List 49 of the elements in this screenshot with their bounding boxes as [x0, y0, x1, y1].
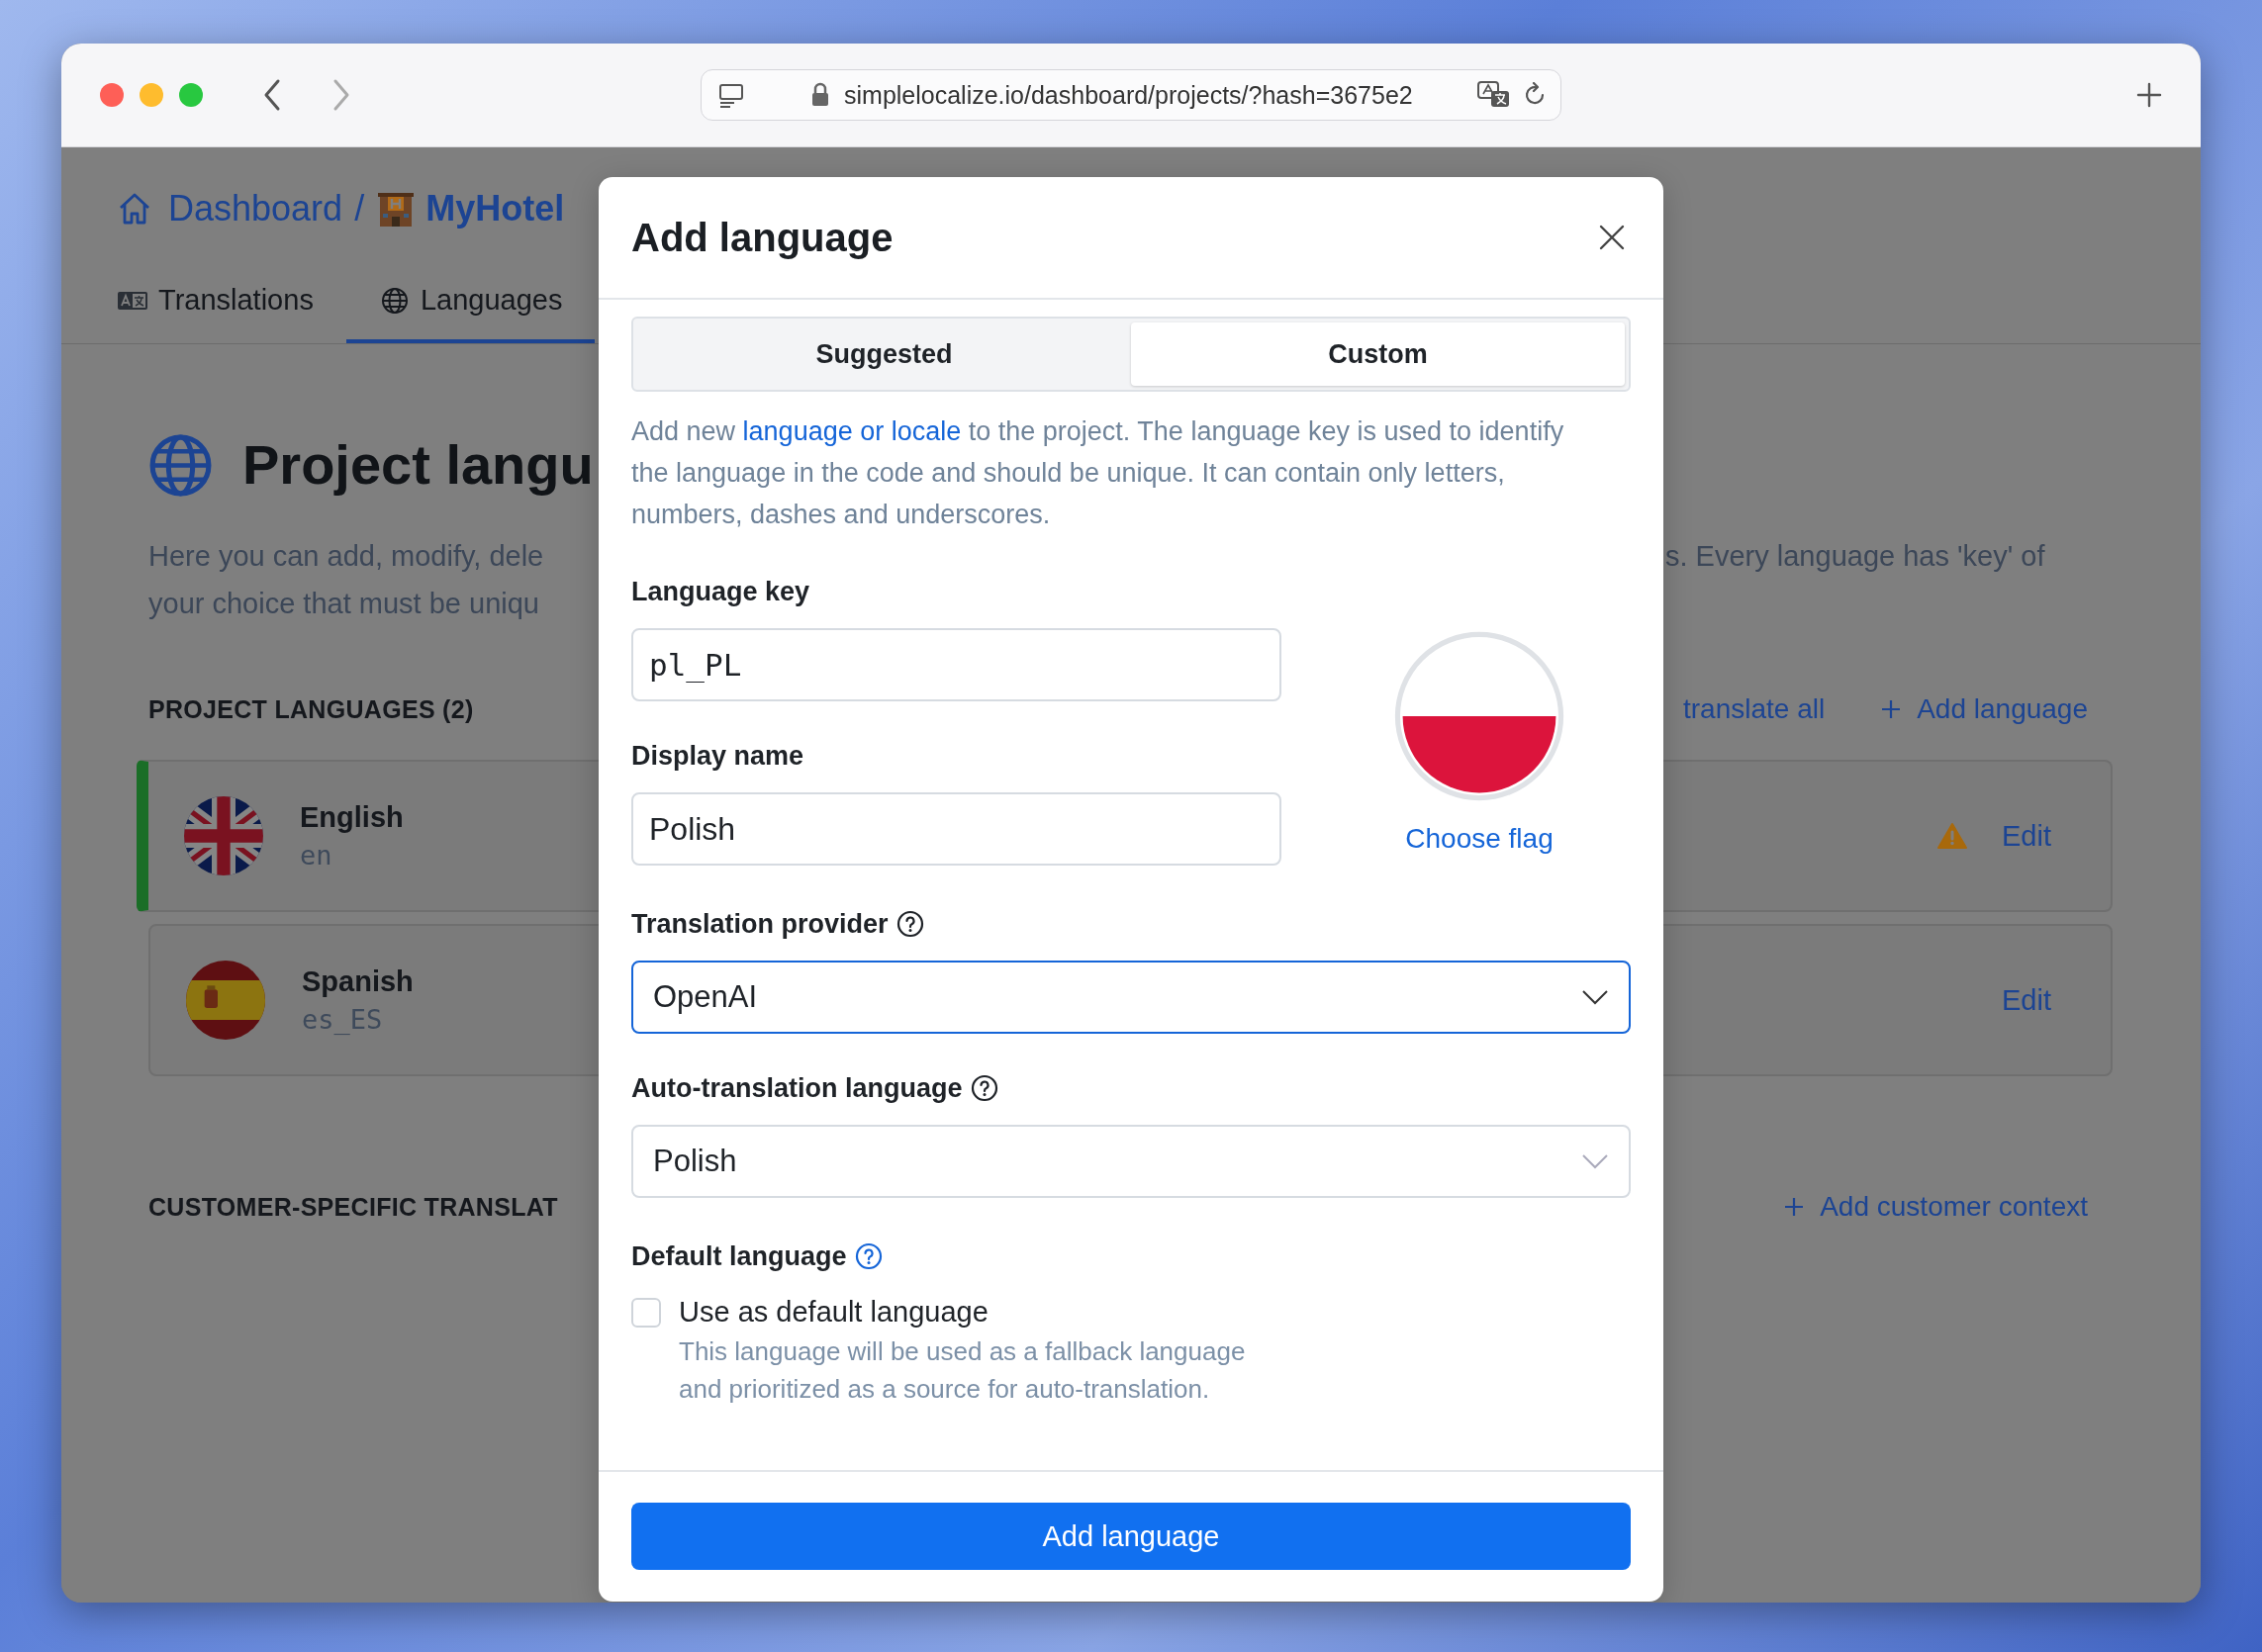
plus-icon: [1784, 1197, 1805, 1217]
dialog-title: Add language: [631, 215, 894, 260]
checkbox[interactable]: [631, 1297, 661, 1328]
close-icon[interactable]: [1598, 224, 1626, 251]
help-icon[interactable]: [970, 1074, 998, 1102]
dropdown[interactable]: OpenAI: [631, 961, 1631, 1034]
text-input[interactable]: pl_PL: [631, 628, 1281, 701]
lock-icon: [810, 82, 830, 108]
flag-icon: [1394, 631, 1564, 801]
nav-tab[interactable]: Translations: [84, 260, 346, 343]
new-tab-icon[interactable]: [2136, 82, 2162, 108]
chevron-down-icon: [1581, 1153, 1609, 1169]
nav-tab[interactable]: Languages: [345, 260, 596, 343]
url-text: simplelocalize.io/dashboard/projects/?hash=3675e2: [844, 80, 1413, 110]
address-bar[interactable]: simplelocalize.io/dashboard/projects/?hash=3675e2: [701, 69, 1561, 121]
language-name: English: [300, 801, 404, 834]
choose-flag-link[interactable]: Choose flag: [1405, 823, 1554, 855]
field-label: Language key: [631, 576, 810, 608]
page-title: Project langu: [242, 433, 594, 497]
language-name: Spanish: [302, 965, 414, 998]
segment-tab[interactable]: Suggested: [637, 322, 1131, 386]
intro-text: Add new language or locale to the project. The language key is used to identify the language in the code and should be unique. It can contain only letters, numbers, dashes and underscores.: [631, 415, 1565, 531]
field-label: Auto-translation language: [631, 1072, 963, 1105]
chevron-down-icon: [1581, 989, 1609, 1005]
globe-icon: [148, 432, 213, 498]
language-key: en: [300, 840, 404, 871]
breadcrumb-separator: /: [354, 188, 365, 229]
add-language-button[interactable]: Add language: [631, 1503, 1631, 1570]
field-label: Translation provider: [631, 908, 889, 941]
checkbox-label: Use as default language: [679, 1296, 989, 1329]
text-input[interactable]: Polish: [631, 792, 1281, 866]
segment-tab[interactable]: Custom: [1131, 322, 1625, 386]
plus-icon: [1881, 699, 1902, 719]
translate-icon[interactable]: [1477, 80, 1511, 110]
field-label: Display name: [631, 740, 804, 773]
help-icon[interactable]: [895, 910, 924, 938]
close-window-button[interactable]: [100, 83, 124, 107]
section-heading: CUSTOMER-SPECIFIC TRANSLAT: [148, 1192, 558, 1222]
dropdown[interactable]: Polish: [631, 1125, 1631, 1198]
page-menu-icon[interactable]: [718, 82, 744, 108]
back-icon[interactable]: [262, 78, 282, 112]
description-text: your choice that must be uniqu: [148, 587, 540, 621]
description-text: s. Every language has 'key' of: [1665, 539, 2046, 574]
field-label: Default language: [631, 1240, 847, 1273]
section-heading: PROJECT LANGUAGES (2): [148, 694, 474, 724]
help-link[interactable]: language or locale: [742, 416, 962, 446]
description-text: Here you can add, modify, dele: [148, 539, 545, 574]
hint-text: This language will be used as a fallback language and prioritized as a source for auto-translation.: [679, 1335, 1247, 1406]
language-key: es_ES: [302, 1004, 414, 1035]
